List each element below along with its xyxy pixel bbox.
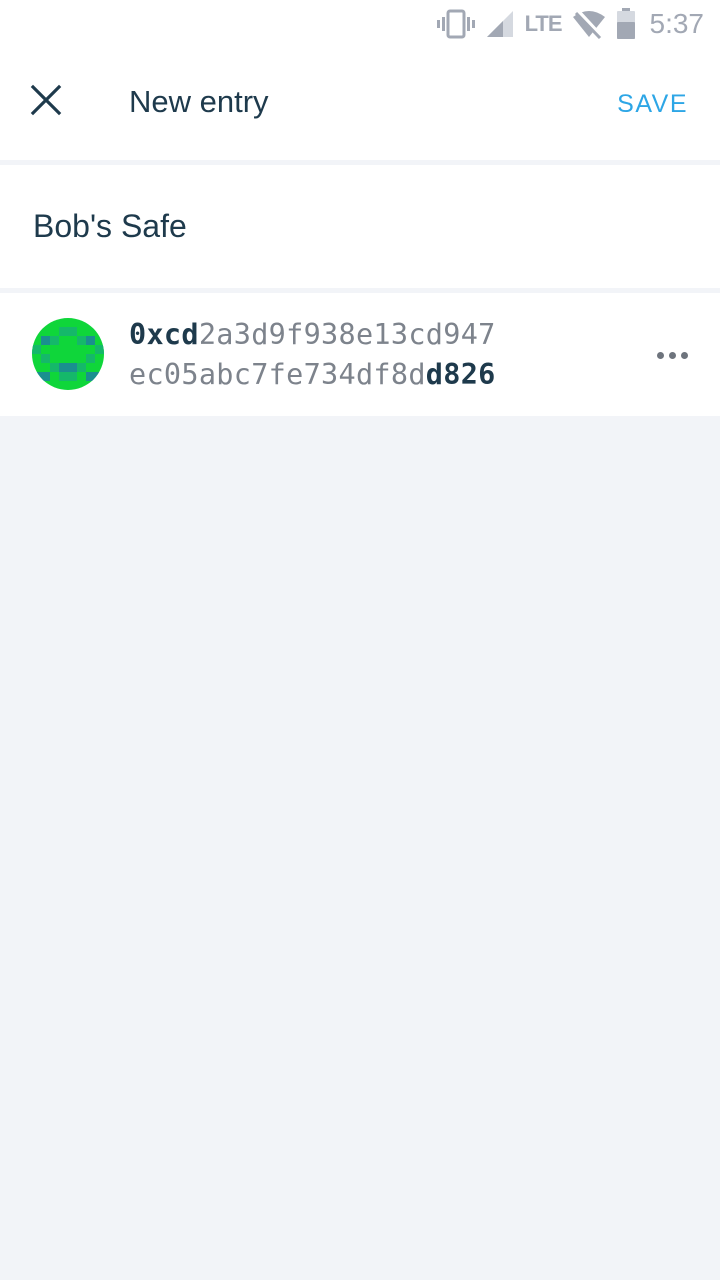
entry-name-card bbox=[0, 165, 720, 288]
vibrate-icon bbox=[436, 9, 475, 39]
identicon-avatar bbox=[32, 318, 104, 390]
close-icon bbox=[30, 84, 62, 116]
signal-icon bbox=[485, 9, 515, 39]
address-line-1: 0xcd2a3d9f938e13cd947 bbox=[129, 315, 496, 355]
address-line-2: ec05abc7fe734df8dd826 bbox=[129, 355, 496, 395]
entry-name-input[interactable] bbox=[33, 165, 683, 288]
address-prefix: 0xcd bbox=[129, 318, 199, 351]
toolbar: New entry SAVE bbox=[0, 48, 720, 160]
address-text: 0xcd2a3d9f938e13cd947 ec05abc7fe734df8dd… bbox=[129, 315, 496, 395]
status-time: 5:37 bbox=[649, 8, 705, 39]
address-line-1-rest: 2a3d9f938e13cd947 bbox=[198, 318, 496, 351]
address-card: 0xcd2a3d9f938e13cd947 ec05abc7fe734df8dd… bbox=[0, 293, 720, 416]
more-horizontal-icon bbox=[668, 351, 676, 359]
more-horizontal-icon bbox=[680, 351, 688, 359]
more-options-button[interactable] bbox=[652, 337, 692, 373]
wifi-off-icon bbox=[572, 9, 606, 39]
save-button[interactable]: SAVE bbox=[617, 90, 688, 119]
address-line-2-main: ec05abc7fe734df8d bbox=[129, 358, 426, 391]
address-suffix: d826 bbox=[425, 358, 496, 391]
battery-icon bbox=[616, 8, 636, 40]
close-button[interactable] bbox=[20, 74, 72, 126]
page-title: New entry bbox=[129, 84, 269, 119]
screen: LTE 5:37 New entry SAVE Bob's Safe 0xcd2… bbox=[0, 0, 720, 1280]
status-bar: LTE 5:37 bbox=[0, 0, 720, 48]
more-horizontal-icon bbox=[656, 351, 664, 359]
network-type-label: LTE bbox=[524, 11, 563, 36]
